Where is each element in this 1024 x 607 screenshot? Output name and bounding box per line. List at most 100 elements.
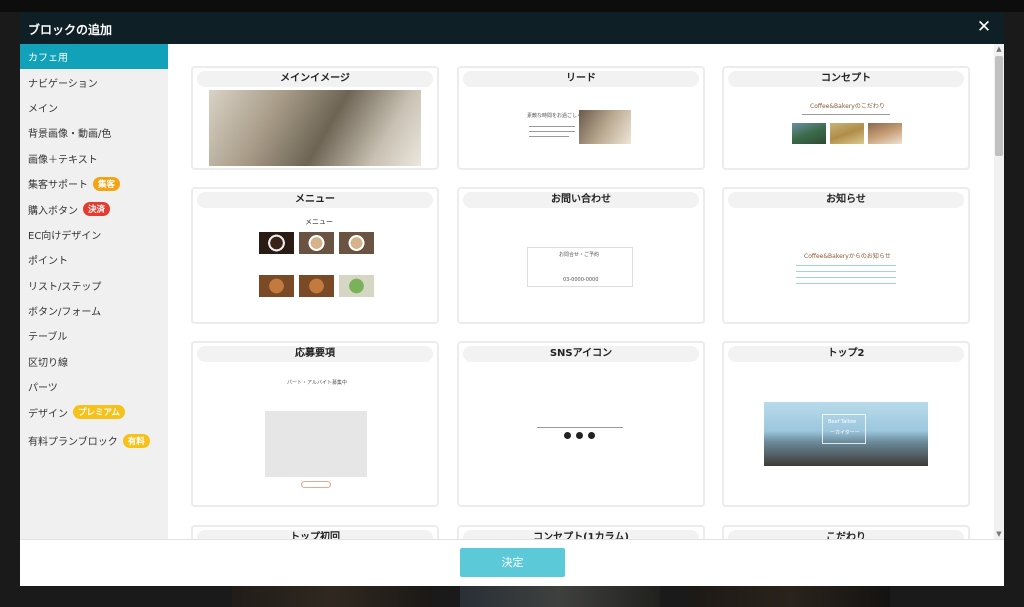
- preview-text: メニュー: [305, 218, 333, 226]
- preview-image: [792, 123, 826, 144]
- preview-text-line: [529, 131, 575, 132]
- sidebar-item-design[interactable]: デザイン プレミアム: [20, 399, 168, 424]
- category-sidebar: カフェ用 ナビゲーション メイン 背景画像・動画/色 画像＋テキスト 集客サポー…: [20, 44, 168, 539]
- block-card-commitment[interactable]: こだわり: [722, 525, 970, 539]
- sidebar-item-points[interactable]: ポイント: [20, 247, 168, 272]
- preview-image: [299, 232, 334, 254]
- block-card-title: お知らせ: [728, 192, 964, 208]
- scroll-up-arrow-icon[interactable]: ▲: [994, 44, 1004, 54]
- preview-text-line: [796, 271, 896, 272]
- preview-button: [301, 481, 331, 488]
- preview-table: [265, 411, 367, 477]
- block-card-top-first[interactable]: トップ初回: [191, 525, 439, 539]
- block-card-concept[interactable]: コンセプト Coffee&Bakeryのこだわり: [722, 66, 970, 170]
- sidebar-item-divider[interactable]: 区切り線: [20, 349, 168, 374]
- sidebar-item-label: ポイント: [28, 256, 68, 268]
- preview-image: [830, 123, 864, 144]
- preview-image: [259, 275, 294, 297]
- preview-text-line: [802, 114, 890, 115]
- scroll-down-arrow-icon[interactable]: ▼: [994, 529, 1004, 539]
- badge-premium: プレミアム: [73, 405, 125, 420]
- block-card-title: トップ初回: [197, 530, 433, 539]
- preview-image: [259, 232, 294, 254]
- sidebar-item-main[interactable]: メイン: [20, 95, 168, 120]
- sidebar-item-label: EC向けデザイン: [28, 230, 102, 242]
- preview-text: Coffee&Bakeryのこだわり: [810, 103, 885, 110]
- preview-text: パート・アルバイト募集中: [287, 380, 347, 386]
- block-card-concept-1col[interactable]: コンセプト(1カラム): [457, 525, 705, 539]
- block-card-sns-icons[interactable]: SNSアイコン: [457, 341, 705, 507]
- twitter-icon: [588, 432, 595, 439]
- block-card-title: お問い合わせ: [463, 192, 699, 208]
- preview-text: 03-0000-0000: [563, 277, 599, 283]
- sidebar-item-marketing[interactable]: 集客サポート 集客: [20, 171, 168, 196]
- sidebar-item-label: ボタン/フォーム: [28, 307, 102, 319]
- preview-image: [339, 232, 374, 254]
- sidebar-item-label: デザイン: [28, 408, 68, 420]
- preview-text: お問合せ・ご予約: [559, 252, 600, 258]
- sidebar-item-parts[interactable]: パーツ: [20, 374, 168, 399]
- facebook-icon: [564, 432, 571, 439]
- block-card-lead[interactable]: リード 素敵な時間をお過ごしください: [457, 66, 705, 170]
- block-card-title: 応募要項: [197, 346, 433, 362]
- block-card-title: コンセプト(1カラム): [463, 530, 699, 539]
- sidebar-item-label: 購入ボタン: [28, 205, 78, 217]
- block-grid: メインイメージ リード 素敵な時間をお過ごしください コンセプト Coffee&…: [168, 44, 994, 539]
- block-card-menu[interactable]: メニュー メニュー: [191, 187, 439, 324]
- preview-text-line: [796, 265, 896, 266]
- sidebar-item-cafe[interactable]: カフェ用: [20, 44, 168, 70]
- preview-text-line: [796, 277, 896, 278]
- block-card-title: リード: [463, 71, 699, 87]
- sidebar-item-label: テーブル: [28, 332, 68, 344]
- badge-payment: 決済: [83, 202, 111, 217]
- block-card-title: コンセプト: [728, 71, 964, 87]
- block-card-recruitment[interactable]: 応募要項 パート・アルバイト募集中: [191, 341, 439, 507]
- add-block-modal: ブロックの追加 ✕ カフェ用 ナビゲーション メイン 背景画像・動画/色 画像＋…: [20, 12, 1004, 586]
- sidebar-item-image-text[interactable]: 画像＋テキスト: [20, 146, 168, 171]
- block-card-top2[interactable]: トップ2 Beef Tallow ーカイターー: [722, 341, 970, 507]
- block-card-title: SNSアイコン: [463, 346, 699, 362]
- block-card-title: こだわり: [728, 530, 964, 539]
- sidebar-item-label: 背景画像・動画/色: [28, 129, 112, 141]
- modal-header: ブロックの追加 ✕: [20, 12, 1004, 44]
- badge-marketing: 集客: [93, 176, 121, 191]
- preview-text-line: [529, 136, 569, 137]
- preview-image: [209, 90, 421, 166]
- block-card-news[interactable]: お知らせ Coffee&Bakeryからのお知らせ: [722, 187, 970, 324]
- sidebar-item-purchase-button[interactable]: 購入ボタン 決済: [20, 196, 168, 221]
- sidebar-item-paid-blocks[interactable]: 有料プランブロック 有料: [20, 428, 168, 453]
- preview-text: Beef Tallow: [828, 419, 857, 425]
- sidebar-item-label: 区切り線: [28, 357, 68, 369]
- sidebar-item-label: カフェ用: [28, 53, 68, 65]
- sidebar-item-navigation[interactable]: ナビゲーション: [20, 69, 168, 94]
- preview-image: [868, 123, 902, 144]
- scrollbar-thumb[interactable]: [995, 56, 1003, 156]
- sidebar-item-button-form[interactable]: ボタン/フォーム: [20, 298, 168, 323]
- sidebar-item-label: 有料プランブロック: [28, 437, 118, 449]
- sidebar-item-label: リスト/ステップ: [28, 281, 102, 293]
- close-icon[interactable]: ✕: [974, 16, 994, 38]
- preview-image: [579, 110, 631, 144]
- sidebar-item-label: メイン: [28, 103, 58, 115]
- modal-title: ブロックの追加: [28, 23, 113, 37]
- preview-image: [339, 275, 374, 297]
- sidebar-item-list-steps[interactable]: リスト/ステップ: [20, 273, 168, 298]
- block-card-main-image[interactable]: メインイメージ: [191, 66, 439, 170]
- block-card-title: トップ2: [728, 346, 964, 362]
- sidebar-item-ec-design[interactable]: EC向けデザイン: [20, 222, 168, 247]
- badge-paid: 有料: [122, 433, 150, 448]
- sidebar-item-background[interactable]: 背景画像・動画/色: [20, 120, 168, 145]
- block-card-title: メニュー: [197, 192, 433, 208]
- sidebar-item-table[interactable]: テーブル: [20, 323, 168, 348]
- modal-footer: 決定: [20, 539, 1004, 586]
- preview-text-line: [529, 126, 575, 127]
- block-card-title: メインイメージ: [197, 71, 433, 87]
- confirm-button[interactable]: 決定: [460, 548, 565, 577]
- preview-text-line: [796, 283, 896, 284]
- sidebar-item-label: 集客サポート: [28, 180, 88, 192]
- sidebar-item-label: ナビゲーション: [28, 78, 98, 90]
- sidebar-item-label: 画像＋テキスト: [28, 154, 98, 166]
- sidebar-item-label: パーツ: [28, 383, 58, 395]
- block-card-contact[interactable]: お問い合わせ お問合せ・ご予約 03-0000-0000: [457, 187, 705, 324]
- scrollbar[interactable]: ▲ ▼: [994, 44, 1004, 539]
